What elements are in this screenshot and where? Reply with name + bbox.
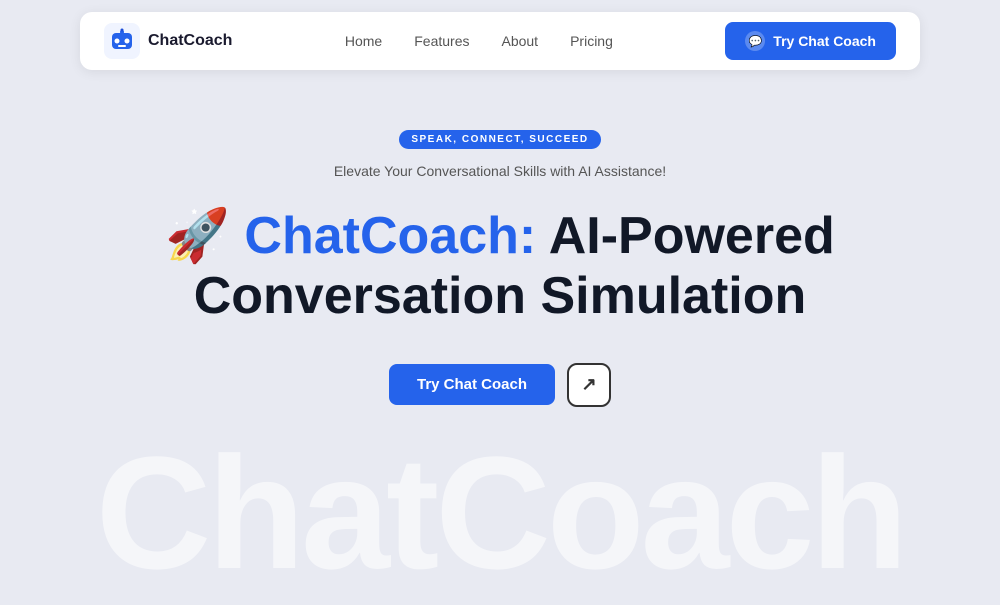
hero-buttons: Try Chat Coach ↗: [389, 363, 611, 407]
nav-links: Home Features About Pricing: [345, 33, 613, 49]
nav-link-home[interactable]: Home: [345, 33, 382, 49]
hero-title: 🚀 ChatCoach: AI-PoweredConversation Simu…: [165, 207, 835, 327]
logo-text: ChatCoach: [148, 32, 232, 50]
hero-badge: SPEAK, CONNECT, SUCCEED: [399, 130, 600, 149]
hero-external-button[interactable]: ↗: [567, 363, 611, 407]
background-watermark: ChatCoach: [96, 421, 905, 605]
cta-chat-icon: 💬: [745, 31, 765, 51]
nav-link-pricing[interactable]: Pricing: [570, 33, 613, 49]
navbar-cta-button[interactable]: 💬 Try Chat Coach: [725, 22, 896, 60]
hero-subtitle: Elevate Your Conversational Skills with …: [334, 163, 666, 179]
navbar: ChatCoach Home Features About Pricing 💬 …: [80, 12, 920, 70]
hero-emoji: 🚀: [165, 207, 230, 265]
navbar-cta-label: Try Chat Coach: [773, 33, 876, 49]
hero-section: SPEAK, CONNECT, SUCCEED Elevate Your Con…: [0, 82, 1000, 407]
hero-brand: ChatCoach:: [230, 207, 536, 265]
logo[interactable]: ChatCoach: [104, 23, 232, 59]
nav-link-about[interactable]: About: [501, 33, 538, 49]
external-link-icon: ↗: [581, 374, 596, 395]
nav-link-features[interactable]: Features: [414, 33, 469, 49]
logo-icon: [104, 23, 140, 59]
hero-cta-button[interactable]: Try Chat Coach: [389, 364, 555, 405]
